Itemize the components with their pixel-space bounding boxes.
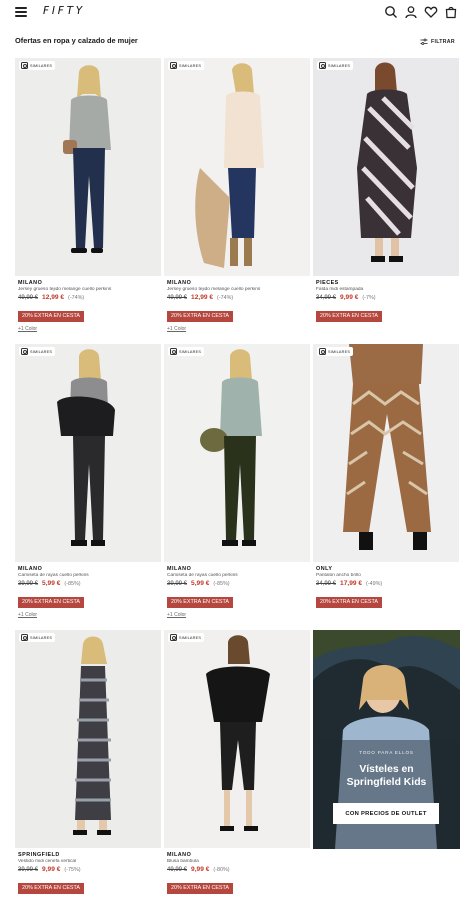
similar-button[interactable]: SIMILARES xyxy=(19,633,56,642)
discount: (-7%) xyxy=(362,295,376,301)
sale-price: 12,99 € xyxy=(42,294,65,301)
product-brand: MILANO xyxy=(167,852,192,858)
product-name[interactable]: Jersey grueso tejido melange cuello perk… xyxy=(167,287,310,294)
menu-icon[interactable] xyxy=(15,7,27,17)
original-price: 39,99 € xyxy=(167,581,188,587)
similar-icon xyxy=(21,634,28,641)
promo-badge: 20% EXTRA EN CESTA xyxy=(18,311,85,322)
promo-headline: Vísteles en Springfield Kids xyxy=(346,764,427,788)
sale-price: 9,99 € xyxy=(42,866,61,873)
promo-badge: 20% EXTRA EN CESTA xyxy=(316,597,383,608)
product-name[interactable]: Camiseta de rayas cuello perkins xyxy=(167,573,310,580)
promo-cta-button[interactable]: CON PRECIOS DE OUTLET xyxy=(333,803,439,824)
discount: (-74%) xyxy=(68,295,85,301)
similar-button[interactable]: SIMILARES xyxy=(317,61,354,70)
similar-label: SIMILARES xyxy=(328,63,351,68)
top-bar: FIFTY xyxy=(0,0,475,24)
sale-price: 5,99 € xyxy=(191,580,210,587)
discount: (-49%) xyxy=(366,581,383,587)
similar-label: SIMILARES xyxy=(179,635,202,640)
product-image[interactable]: SIMILARES xyxy=(15,344,161,562)
similar-icon xyxy=(170,634,177,641)
bag-icon[interactable] xyxy=(444,5,458,19)
product-brand: PIECES xyxy=(316,280,339,286)
product-brand: ONLY xyxy=(316,566,333,572)
similar-button[interactable]: SIMILARES xyxy=(168,633,205,642)
similar-label: SIMILARES xyxy=(328,349,351,354)
sale-price: 12,99 € xyxy=(191,294,214,301)
product-brand: MILANO xyxy=(167,280,192,286)
product-image[interactable]: SIMILARES xyxy=(15,58,161,276)
similar-icon xyxy=(21,348,28,355)
promo-badge: 20% EXTRA EN CESTA xyxy=(167,311,234,322)
promo-badge: 20% EXTRA EN CESTA xyxy=(18,883,85,894)
product-image[interactable]: SIMILARES xyxy=(15,630,161,848)
sale-price: 9,99 € xyxy=(340,294,359,301)
similar-label: SIMILARES xyxy=(179,349,202,354)
filter-icon xyxy=(420,38,428,45)
sale-price: 5,99 € xyxy=(42,580,61,587)
product-image[interactable]: SIMILARES xyxy=(313,344,459,562)
similar-icon xyxy=(170,62,177,69)
promo-badge: 20% EXTRA EN CESTA xyxy=(167,883,234,894)
similar-button[interactable]: SIMILARES xyxy=(19,61,56,70)
similar-icon xyxy=(21,62,28,69)
similar-button[interactable]: SIMILARES xyxy=(168,61,205,70)
product-name[interactable]: Blusa bambula xyxy=(167,859,310,866)
similar-label: SIMILARES xyxy=(30,635,53,640)
kids-promo-banner[interactable]: TODO PARA ELLOS Vísteles en Springfield … xyxy=(313,630,460,849)
original-price: 49,99 € xyxy=(167,867,188,873)
original-price: 39,99 € xyxy=(18,581,39,587)
product-brand: SPRINGFIELD xyxy=(18,852,60,858)
discount: (-85%) xyxy=(213,581,230,587)
similar-label: SIMILARES xyxy=(30,349,53,354)
original-price: 49,99 € xyxy=(18,295,39,301)
sale-price: 17,99 € xyxy=(340,580,363,587)
heart-icon[interactable] xyxy=(424,5,438,19)
similar-label: SIMILARES xyxy=(179,63,202,68)
discount: (-80%) xyxy=(213,867,230,873)
filter-button[interactable]: FILTRAR xyxy=(420,36,455,47)
discount: (-74%) xyxy=(217,295,234,301)
similar-button[interactable]: SIMILARES xyxy=(317,347,354,356)
product-name[interactable]: Vestido midi cenefa vertical xyxy=(18,859,161,866)
product-image[interactable]: SIMILARES xyxy=(164,630,310,848)
original-price: 39,99 € xyxy=(18,867,39,873)
product-name[interactable]: Jersey grueso tejido melange cuello perk… xyxy=(18,287,161,294)
discount: (-85%) xyxy=(64,581,81,587)
color-link[interactable]: +1 Color xyxy=(18,612,161,618)
product-image[interactable]: SIMILARES xyxy=(164,58,310,276)
product-name[interactable]: Camiseta de rayas cuello perkins xyxy=(18,573,161,580)
similar-button[interactable]: SIMILARES xyxy=(19,347,56,356)
similar-icon xyxy=(319,62,326,69)
discount: (-75%) xyxy=(64,867,81,873)
product-name[interactable]: Falda midi estampada xyxy=(316,287,459,294)
similar-icon xyxy=(319,348,326,355)
original-price: 34,99 € xyxy=(316,295,337,301)
similar-button[interactable]: SIMILARES xyxy=(168,347,205,356)
product-brand: MILANO xyxy=(167,566,192,572)
product-brand: MILANO xyxy=(18,566,43,572)
color-link[interactable]: +1 Color xyxy=(18,326,161,332)
search-icon[interactable] xyxy=(384,5,398,19)
original-price: 34,99 € xyxy=(316,581,337,587)
user-icon[interactable] xyxy=(404,5,418,19)
product-image[interactable]: SIMILARES xyxy=(313,58,459,276)
promo-badge: 20% EXTRA EN CESTA xyxy=(18,597,85,608)
promo-badge: 20% EXTRA EN CESTA xyxy=(316,311,383,322)
logo[interactable]: FIFTY xyxy=(43,5,85,17)
product-name[interactable]: Pantalón ancho brillo xyxy=(316,573,459,580)
page-title: Ofertas en ropa y calzado de mujer xyxy=(15,36,138,45)
sale-price: 9,99 € xyxy=(191,866,210,873)
promo-badge: 20% EXTRA EN CESTA xyxy=(167,597,234,608)
color-link[interactable]: +1 Color xyxy=(167,612,310,618)
color-link[interactable]: +1 Color xyxy=(167,326,310,332)
similar-label: SIMILARES xyxy=(30,63,53,68)
filter-label: FILTRAR xyxy=(431,38,455,45)
promo-kicker: TODO PARA ELLOS xyxy=(359,750,414,755)
product-image[interactable]: SIMILARES xyxy=(164,344,310,562)
product-brand: MILANO xyxy=(18,280,43,286)
similar-icon xyxy=(170,348,177,355)
original-price: 49,99 € xyxy=(167,295,188,301)
